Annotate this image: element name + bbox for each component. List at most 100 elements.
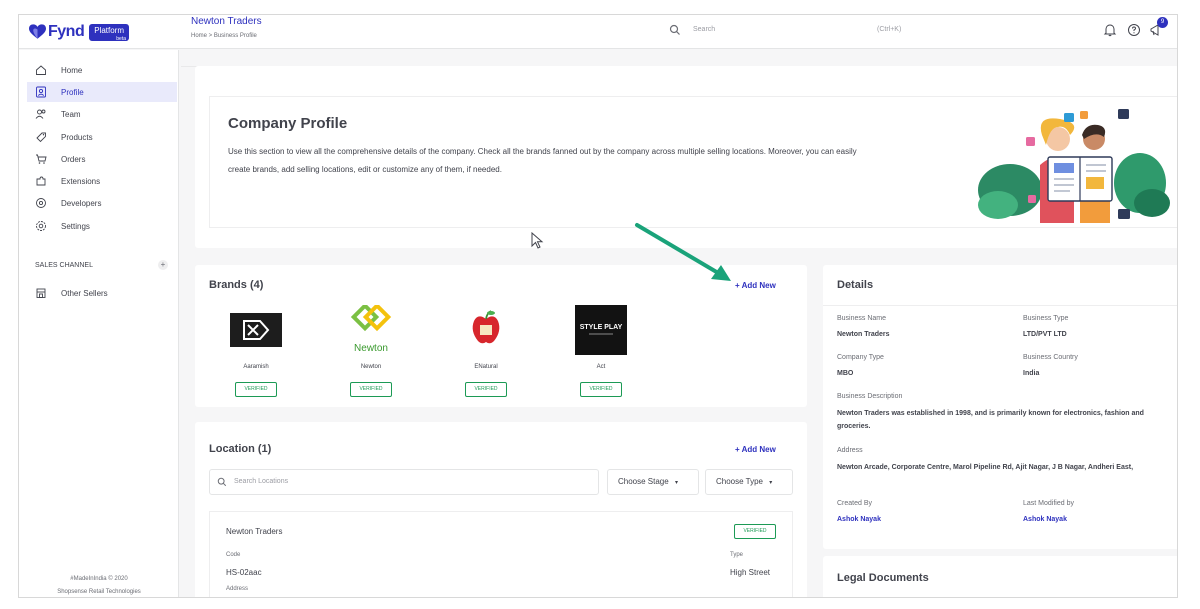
business-country-label: Business Country bbox=[1023, 354, 1078, 361]
business-name: Newton Traders bbox=[837, 331, 890, 338]
sidebar-item-developers[interactable]: Developers bbox=[27, 193, 177, 213]
chevron-down-icon: ▾ bbox=[674, 480, 678, 486]
location-card: Location (1) + Add New Search Locations … bbox=[195, 422, 807, 597]
sidebar-item-label: Team bbox=[61, 109, 81, 119]
last-modified-link[interactable]: Ashok Nayak bbox=[1023, 516, 1067, 523]
location-code: HS-02aac bbox=[226, 568, 262, 577]
location-name: Newton Traders bbox=[226, 527, 283, 536]
brand-tile[interactable]: ENatural VERIFIED bbox=[441, 305, 531, 401]
legal-documents-title: Legal Documents bbox=[837, 572, 929, 584]
sidebar-item-other-sellers[interactable]: Other Sellers bbox=[27, 283, 177, 303]
mouse-cursor-icon bbox=[531, 232, 544, 249]
extensions-icon bbox=[36, 176, 46, 186]
add-sales-channel-button[interactable]: + bbox=[158, 260, 168, 270]
created-by-link[interactable]: Ashok Nayak bbox=[837, 516, 881, 523]
team-icon bbox=[35, 109, 46, 119]
top-bar: Fynd Platform beta Newton Traders Home >… bbox=[19, 15, 1177, 49]
newton-logo-text: Newton bbox=[354, 343, 388, 354]
sidebar-item-label: Products bbox=[61, 132, 93, 142]
sidebar-item-extensions[interactable]: Extensions bbox=[27, 171, 177, 191]
add-brand-button[interactable]: + Add New bbox=[735, 281, 776, 290]
verified-badge: VERIFIED bbox=[580, 382, 622, 397]
sidebar-item-label: Developers bbox=[61, 198, 102, 208]
company-title[interactable]: Newton Traders bbox=[191, 16, 262, 27]
chevron-down-icon: ▾ bbox=[769, 480, 773, 486]
verified-badge: VERIFIED bbox=[350, 382, 392, 397]
choose-stage-dropdown[interactable]: Choose Stage ▾ bbox=[607, 469, 699, 495]
fynd-heart-icon bbox=[29, 24, 46, 39]
choose-stage-label: Choose Stage bbox=[618, 477, 669, 486]
beta-badge: beta bbox=[116, 35, 127, 42]
footer-made-in-india: #MadeInIndia © 2020 bbox=[70, 576, 128, 582]
app-window: Fynd Platform beta Newton Traders Home >… bbox=[18, 14, 1178, 598]
brand-tile[interactable]: STYLE PLAY Act VERIFIED bbox=[556, 305, 646, 401]
location-search-input[interactable]: Search Locations bbox=[209, 469, 599, 495]
business-country: India bbox=[1023, 370, 1040, 377]
verified-badge: VERIFIED bbox=[465, 382, 507, 397]
store-icon bbox=[36, 288, 46, 298]
business-description-label: Business Description bbox=[837, 393, 903, 400]
newspaper-readers-illustration bbox=[978, 109, 1170, 223]
sidebar-item-label: Home bbox=[61, 65, 83, 75]
add-location-button[interactable]: + Add New bbox=[735, 445, 776, 454]
details-card: Details Business Name Newton Traders Bus… bbox=[823, 265, 1177, 549]
choose-type-label: Choose Type bbox=[716, 477, 763, 486]
location-address-label: Address bbox=[226, 586, 249, 592]
act-logo: STYLE PLAY bbox=[575, 305, 627, 355]
help-icon[interactable] bbox=[1127, 23, 1141, 37]
business-description: Newton Traders was established in 1998, … bbox=[837, 410, 1144, 430]
details-title: Details bbox=[837, 279, 874, 291]
act-logo-text: STYLE PLAY bbox=[580, 324, 623, 331]
platform-badge: Platform beta bbox=[89, 23, 130, 42]
brand-name: Aaramish bbox=[243, 364, 269, 370]
legal-documents-card: Legal Documents bbox=[823, 556, 1177, 597]
sidebar-item-profile[interactable]: Profile bbox=[27, 82, 177, 102]
profile-icon bbox=[36, 86, 46, 98]
home-icon bbox=[36, 65, 46, 75]
search-shortcut: (Ctrl+K) bbox=[877, 26, 902, 33]
brands-title: Brands (4) bbox=[209, 279, 264, 291]
created-by-label: Created By bbox=[837, 500, 873, 507]
company-type: MBO bbox=[837, 370, 854, 377]
sidebar-item-settings[interactable]: Settings bbox=[27, 216, 177, 236]
sidebar-item-label: Other Sellers bbox=[61, 288, 108, 298]
page-description: Use this section to view all the compreh… bbox=[228, 147, 857, 174]
sales-channel-heading: SALES CHANNEL bbox=[35, 262, 93, 269]
company-profile-banner: Company Profile Use this section to view… bbox=[209, 96, 1177, 228]
business-type: LTD/PVT LTD bbox=[1023, 331, 1067, 338]
business-type-label: Business Type bbox=[1023, 315, 1069, 322]
last-modified-label: Last Modified by bbox=[1023, 500, 1074, 507]
page-title: Company Profile bbox=[228, 115, 348, 132]
breadcrumb[interactable]: Home > Business Profile bbox=[191, 33, 257, 39]
sidebar-item-label: Profile bbox=[61, 87, 84, 97]
verified-badge: VERIFIED bbox=[235, 382, 277, 397]
sidebar-item-label: Extensions bbox=[61, 176, 101, 186]
business-name-label: Business Name bbox=[837, 315, 887, 322]
global-search[interactable]: Search (Ctrl+K) bbox=[669, 24, 919, 40]
bell-icon[interactable] bbox=[1103, 23, 1117, 37]
brand-name: Newton bbox=[360, 364, 382, 370]
sidebar-item-team[interactable]: Team bbox=[27, 104, 177, 124]
choose-type-dropdown[interactable]: Choose Type ▾ bbox=[705, 469, 793, 495]
brand-tile[interactable]: Aaramish VERIFIED bbox=[211, 305, 301, 401]
brand-tile[interactable]: Newton Newton VERIFIED bbox=[326, 305, 416, 401]
sidebar-item-products[interactable]: Products bbox=[27, 127, 177, 147]
enatural-apple-logo bbox=[472, 310, 500, 344]
footer-company: Shopsense Retail Technologies bbox=[57, 589, 141, 595]
settings-icon bbox=[36, 221, 46, 231]
newton-logo: Newton bbox=[350, 305, 392, 354]
location-list-item[interactable]: Newton Traders VERIFIED Code HS-02aac Ty… bbox=[209, 511, 793, 597]
location-type: High Street bbox=[730, 568, 771, 577]
logo-text: Fynd bbox=[48, 23, 85, 40]
search-icon bbox=[669, 24, 680, 35]
location-search-placeholder: Search Locations bbox=[234, 478, 289, 485]
brand-name: ENatural bbox=[474, 364, 498, 370]
sidebar-item-label: Orders bbox=[61, 154, 86, 164]
fynd-logo[interactable]: Fynd Platform beta bbox=[29, 23, 130, 42]
sidebar: Home Profile Team Products Orders Extens… bbox=[19, 50, 179, 597]
sidebar-item-orders[interactable]: Orders bbox=[27, 149, 177, 169]
location-type-label: Type bbox=[730, 552, 744, 558]
platform-badge-label: Platform bbox=[94, 25, 125, 35]
sidebar-item-home[interactable]: Home bbox=[27, 60, 177, 80]
products-icon bbox=[36, 132, 46, 143]
